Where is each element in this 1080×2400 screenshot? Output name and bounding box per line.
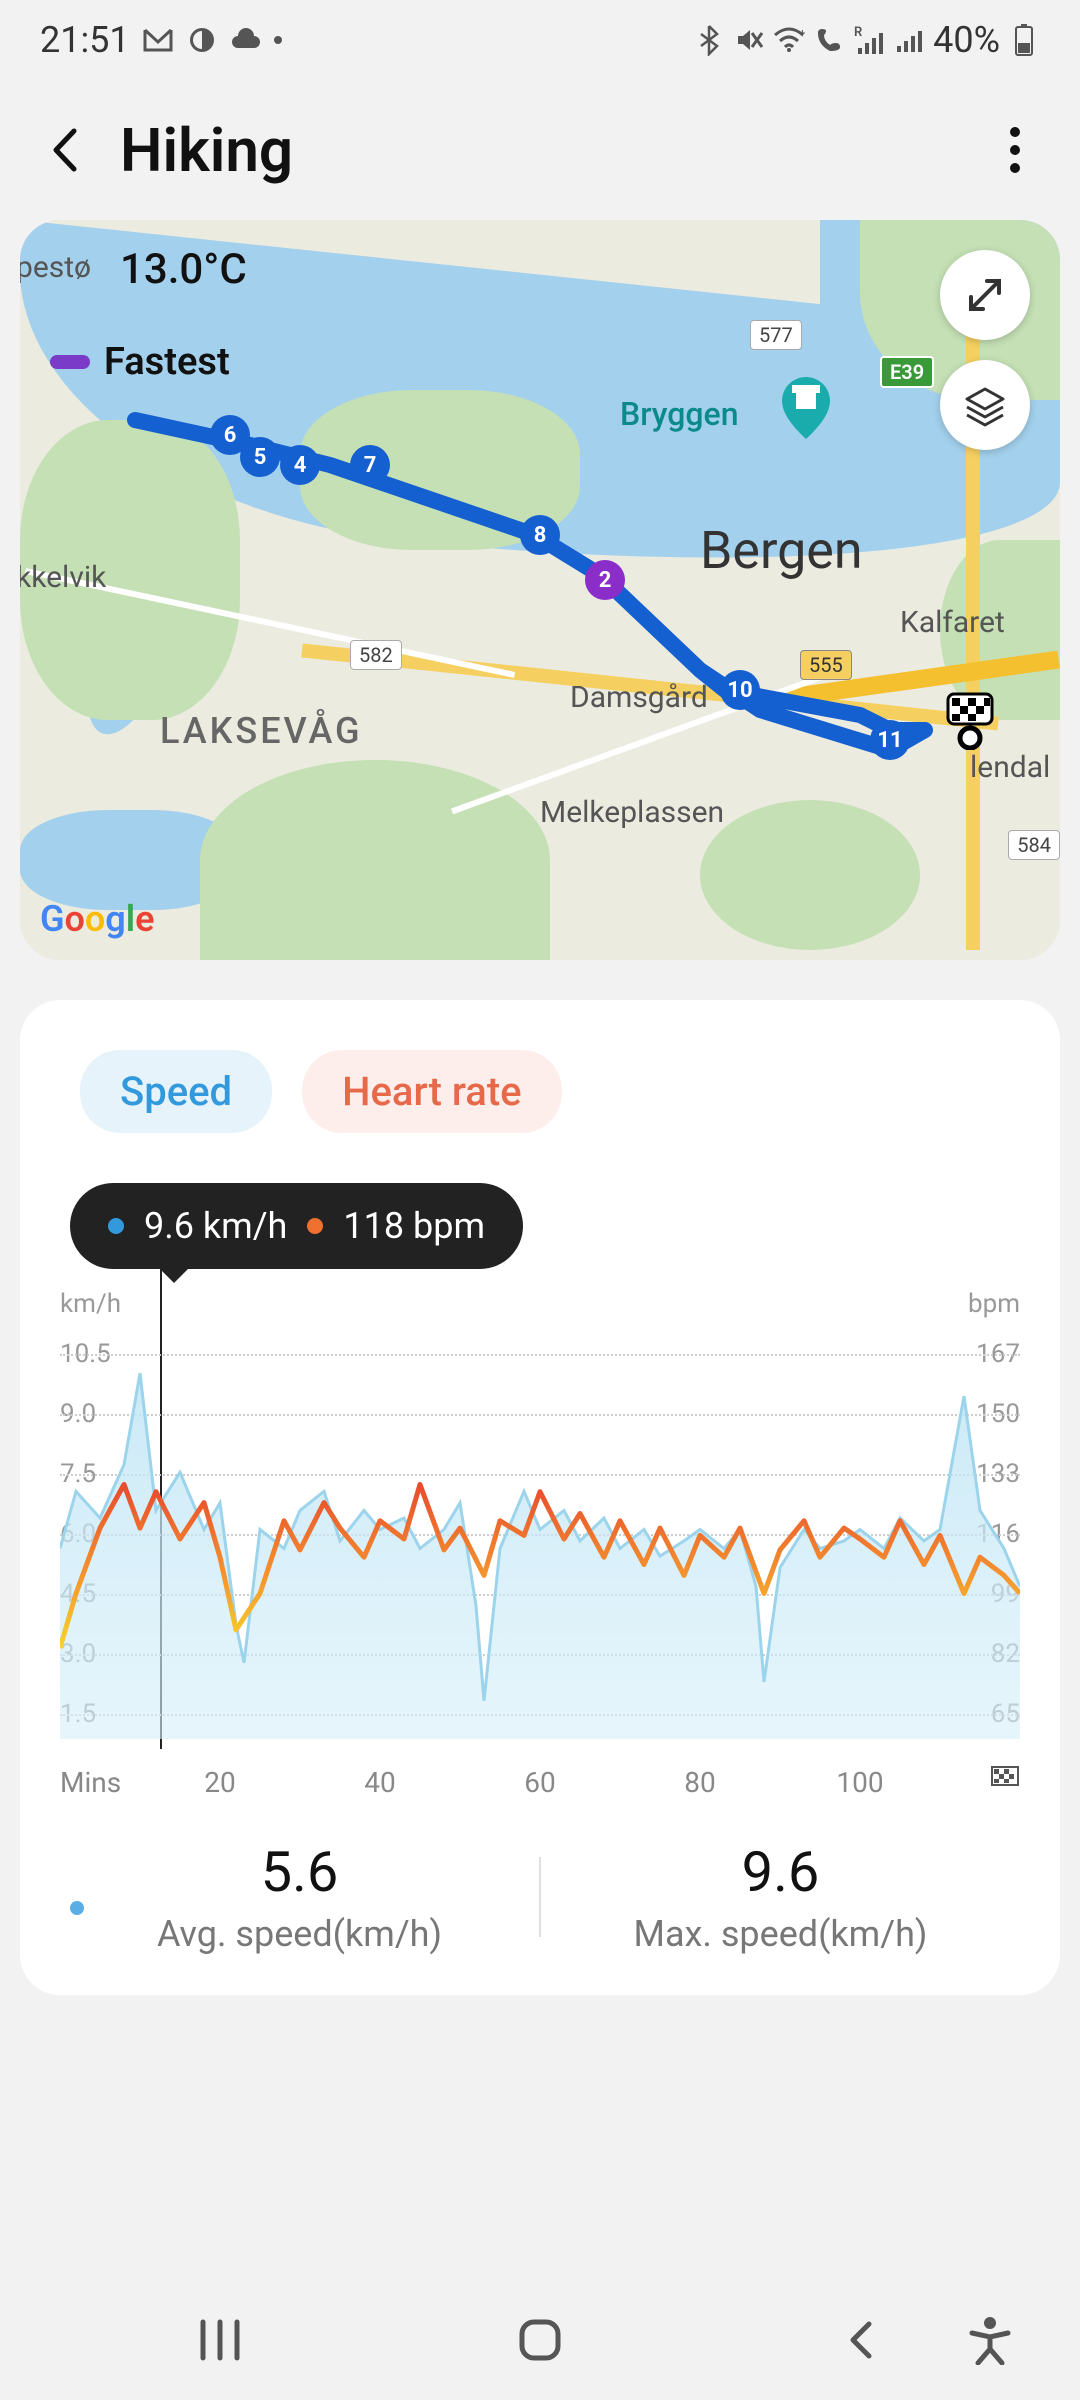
nav-home-button[interactable] xyxy=(500,2310,580,2370)
road-shield-584: 584 xyxy=(1008,830,1060,860)
expand-map-button[interactable] xyxy=(940,250,1030,340)
status-right: + R 40% xyxy=(693,19,1040,61)
map-temperature: 13.0°C xyxy=(120,245,247,294)
km-marker-2-fastest[interactable]: 2 xyxy=(585,560,625,600)
clock: 21:51 xyxy=(40,19,130,61)
status-bar: 21:51 + R 40% xyxy=(0,0,1080,80)
x-label-mins: Mins xyxy=(60,1766,140,1799)
map-label-melkeplassen: Melkeplassen xyxy=(540,795,724,830)
x-tick-80: 80 xyxy=(620,1766,780,1799)
map-label-laksevag: LAKSEVÅG xyxy=(160,710,363,752)
tooltip-speed-dot-icon xyxy=(108,1218,124,1234)
mute-icon xyxy=(733,24,765,56)
stat-avg-value: 5.6 xyxy=(60,1839,539,1905)
metric-chips: Speed Heart rate xyxy=(60,1050,1020,1133)
x-tick-20: 20 xyxy=(140,1766,300,1799)
km-marker-4[interactable]: 4 xyxy=(280,445,320,485)
stat-avg-speed: 5.6 Avg. speed(km/h) xyxy=(60,1839,539,1955)
signal-icon xyxy=(893,24,925,56)
stat-avg-label: Avg. speed(km/h) xyxy=(60,1913,539,1955)
km-marker-5[interactable]: 5 xyxy=(240,437,280,477)
chip-speed[interactable]: Speed xyxy=(80,1050,272,1133)
nav-back-button[interactable] xyxy=(820,2310,900,2370)
dot-icon xyxy=(274,36,282,44)
x-axis: Mins 20 40 60 80 100 xyxy=(60,1766,1020,1799)
road-shield-555: 555 xyxy=(800,650,852,680)
stats-series-dot-icon xyxy=(70,1901,84,1915)
finish-marker xyxy=(940,690,990,730)
map-label-kalfaret: Kalfaret xyxy=(900,605,1005,640)
map-legend: Fastest xyxy=(50,340,230,384)
chart-finish-flag-icon xyxy=(990,1765,1020,1799)
accessibility-button[interactable] xyxy=(950,2310,1030,2370)
chart-area[interactable]: km/h bpm 10.5 167 9.0 150 7.5 133 6.0 11… xyxy=(60,1289,1020,1799)
map-label-bryggen: Bryggen xyxy=(620,395,739,433)
map-label-kkelvik: kkelvik xyxy=(20,560,106,595)
stat-max-speed: 9.6 Max. speed(km/h) xyxy=(541,1839,1020,1955)
google-attribution: Google xyxy=(40,898,155,940)
road-shield-582: 582 xyxy=(350,640,402,670)
km-marker-7[interactable]: 7 xyxy=(350,445,390,485)
poi-marker-bryggen[interactable] xyxy=(780,375,830,435)
stat-max-value: 9.6 xyxy=(541,1839,1020,1905)
y-right-unit: bpm xyxy=(968,1289,1020,1319)
battery-icon xyxy=(1008,24,1040,56)
more-options-button[interactable] xyxy=(990,125,1040,175)
road-shield-577: 577 xyxy=(750,320,802,350)
chip-heart-rate[interactable]: Heart rate xyxy=(302,1050,562,1133)
volte-icon xyxy=(813,24,845,56)
back-button[interactable] xyxy=(40,125,90,175)
map-label-lendal: lendal xyxy=(970,750,1050,785)
km-marker-10[interactable]: 10 xyxy=(720,670,760,710)
map-label-pesto: pestø xyxy=(20,250,91,285)
chart-card: Speed Heart rate 9.6 km/h 118 bpm km/h b… xyxy=(20,1000,1060,1995)
stats-row: 5.6 Avg. speed(km/h) 9.6 Max. speed(km/h… xyxy=(60,1839,1020,1955)
km-marker-11[interactable]: 11 xyxy=(870,720,910,760)
road-shield-e39: E39 xyxy=(880,356,934,388)
header: Hiking xyxy=(0,80,1080,220)
x-tick-60: 60 xyxy=(460,1766,620,1799)
route-path xyxy=(20,220,1060,960)
map-label-damsgard: Damsgård xyxy=(570,680,708,715)
x-tick-40: 40 xyxy=(300,1766,460,1799)
map-label-bergen: Bergen xyxy=(700,520,863,581)
tooltip-hr-value: 118 bpm xyxy=(343,1205,485,1247)
page-title: Hiking xyxy=(120,115,960,186)
status-left: 21:51 xyxy=(40,19,282,61)
stat-max-label: Max. speed(km/h) xyxy=(541,1913,1020,1955)
svg-text:+: + xyxy=(799,27,805,40)
legend-label: Fastest xyxy=(104,340,230,384)
y-left-unit: km/h xyxy=(60,1289,121,1319)
km-marker-8[interactable]: 8 xyxy=(520,515,560,555)
cloud-icon xyxy=(230,24,262,56)
chart-svg xyxy=(60,1339,1020,1739)
gmail-icon xyxy=(142,24,174,56)
map-view[interactable]: 6 5 4 7 8 2 10 11 13.0°C Fastest Bergen … xyxy=(20,220,1060,960)
tooltip-hr-dot-icon xyxy=(307,1218,323,1234)
signal-r-icon: R xyxy=(853,24,885,56)
map-layers-button[interactable] xyxy=(940,360,1030,450)
x-tick-100: 100 xyxy=(780,1766,940,1799)
do-not-disturb-icon xyxy=(186,24,218,56)
chart-tooltip: 9.6 km/h 118 bpm xyxy=(70,1183,523,1269)
svg-text:R: R xyxy=(854,26,862,40)
tooltip-speed-value: 9.6 km/h xyxy=(144,1205,287,1247)
legend-pill-icon xyxy=(50,355,90,369)
bluetooth-icon xyxy=(693,24,725,56)
system-nav-bar xyxy=(0,2280,1080,2400)
wifi-icon: + xyxy=(773,24,805,56)
nav-recents-button[interactable] xyxy=(180,2310,260,2370)
battery-percent: 40% xyxy=(933,19,1000,61)
